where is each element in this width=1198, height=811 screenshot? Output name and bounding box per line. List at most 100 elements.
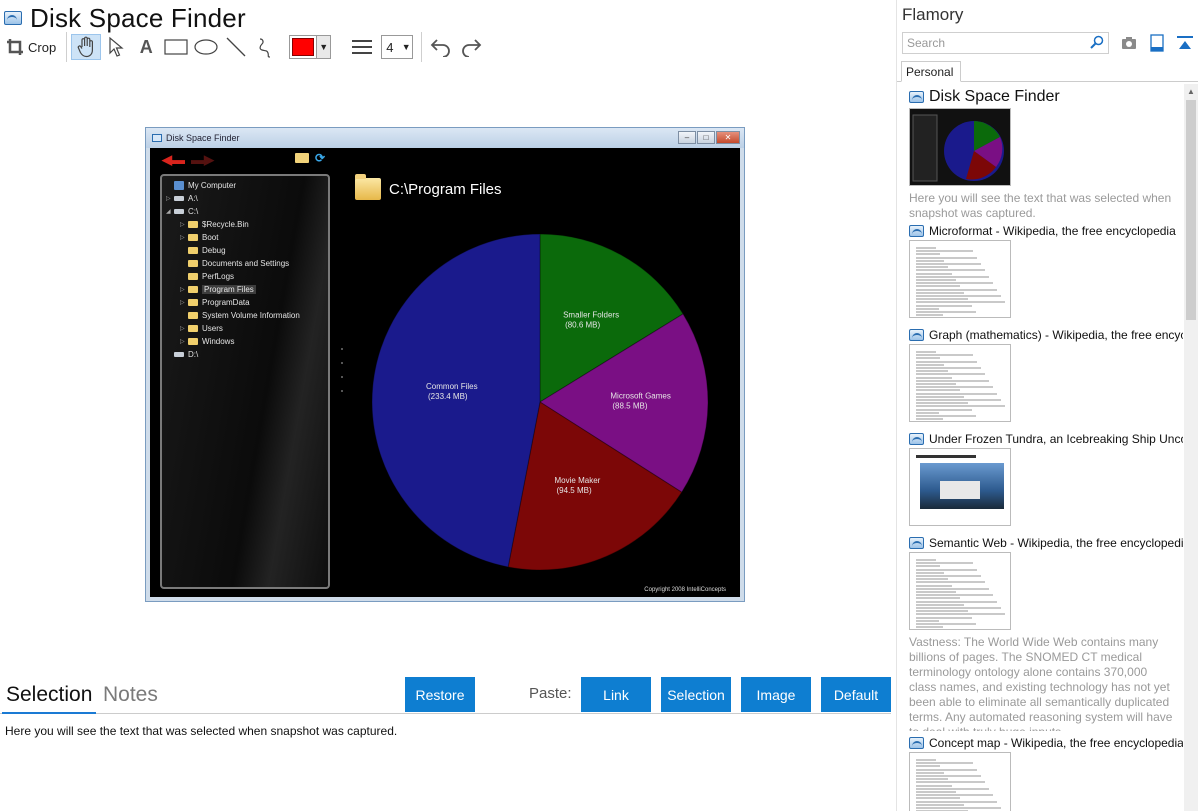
tree-item[interactable]: ▷ Boot: [166, 231, 328, 244]
expander-icon[interactable]: ▷: [180, 234, 188, 241]
redo-button[interactable]: [456, 34, 486, 60]
sidebar-scrollbar[interactable]: ▲: [1184, 84, 1198, 811]
snapshot-entry-header: Graph (mathematics) - Wikipedia, the fre…: [909, 328, 1183, 342]
snapshot-entry[interactable]: Concept map - Wikipedia, the free encycl…: [909, 736, 1183, 811]
undo-button[interactable]: [426, 34, 456, 60]
preview-window-body: ◀▬ ▬▶ ⟳ My Computer ▷ A:\ ◢ C:\ ▷ $Recycle.Bin…: [150, 148, 740, 597]
expander-icon[interactable]: ▷: [180, 221, 188, 228]
active-tab-indicator: [2, 712, 96, 714]
pie-slice-value: (94.5 MB): [557, 486, 592, 495]
line-tool-button[interactable]: [221, 34, 251, 60]
hand-icon: [77, 36, 94, 58]
line-width-select[interactable]: 4 ▼: [381, 35, 414, 59]
search-input[interactable]: Search: [902, 32, 1109, 54]
snapshot-entry[interactable]: Microformat - Wikipedia, the free encycl…: [909, 224, 1183, 318]
chevron-down-icon: ▼: [401, 42, 411, 52]
tree-item[interactable]: ▷ ProgramData: [166, 296, 328, 309]
expander-icon[interactable]: ▷: [180, 286, 188, 293]
pie-slice-label: Movie Maker: [555, 476, 601, 485]
collapse-icon[interactable]: [1175, 33, 1195, 53]
snapshot-entry-header: Microformat - Wikipedia, the free encycl…: [909, 224, 1183, 238]
tab-selection[interactable]: Selection: [6, 683, 92, 707]
tree-item[interactable]: D:\: [166, 348, 328, 361]
tree-item[interactable]: ▷ A:\: [166, 192, 328, 205]
color-picker[interactable]: ▼: [289, 35, 332, 59]
page-icon[interactable]: [1147, 33, 1167, 53]
tree-item[interactable]: Debug: [166, 244, 328, 257]
snapshot-preview[interactable]: Disk Space Finder – □ ✕ ◀▬ ▬▶ ⟳ My Compu…: [145, 127, 745, 602]
tree-item-label: Documents and Settings: [202, 259, 290, 268]
snapshot-description: Here you will see the text that was sele…: [909, 191, 1172, 220]
snapshot-title[interactable]: Disk Space Finder: [929, 88, 1060, 106]
back-arrow-icon: ◀▬: [162, 152, 185, 167]
snapshot-thumbnail[interactable]: [909, 108, 1011, 186]
snapshot-entry[interactable]: Under Frozen Tundra, an Icebreaking Ship…: [909, 432, 1183, 526]
drive-icon: [174, 196, 184, 201]
pointer-tool-button[interactable]: [101, 34, 131, 60]
disk-usage-pie-chart: Smaller Folders(80.6 MB)Microsoft Games(…: [371, 233, 709, 571]
expander-icon[interactable]: ▷: [166, 195, 174, 202]
tree-item[interactable]: My Computer: [166, 179, 328, 192]
tab-personal[interactable]: Personal: [901, 61, 961, 82]
snapshot-entry[interactable]: Disk Space Finder Here you will see the t…: [909, 88, 1183, 221]
tree-item-label: Program Files: [202, 285, 256, 294]
drive-icon: [174, 209, 184, 214]
search-icon[interactable]: [1090, 35, 1104, 49]
flamory-snapshot-icon: [4, 11, 22, 25]
snapshot-entry[interactable]: Semantic Web - Wikipedia, the free encyc…: [909, 536, 1183, 731]
tree-item[interactable]: System Volume Information: [166, 309, 328, 322]
splitter-handle: [341, 348, 343, 404]
snapshot-thumbnail[interactable]: [909, 240, 1011, 318]
pie-slice-value: (88.5 MB): [612, 402, 647, 411]
scroll-up-icon[interactable]: ▲: [1187, 87, 1195, 96]
line-width-button[interactable]: [347, 34, 377, 60]
expander-icon[interactable]: ◢: [166, 208, 174, 215]
tree-item[interactable]: Documents and Settings: [166, 257, 328, 270]
bottom-tab-bar: Selection Notes Restore Paste: Link Sele…: [0, 677, 891, 714]
flamory-snapshot-icon: [909, 225, 924, 237]
paste-image-button[interactable]: Image: [741, 677, 811, 712]
camera-icon[interactable]: [1119, 33, 1139, 53]
tree-item[interactable]: ▷ Program Files: [166, 283, 328, 296]
line-width-icon: [352, 40, 373, 54]
expander-icon[interactable]: ▷: [180, 325, 188, 332]
snapshot-title[interactable]: Under Frozen Tundra, an Icebreaking Ship…: [929, 432, 1183, 446]
folder-icon: [188, 273, 198, 280]
snapshot-thumbnail[interactable]: [909, 552, 1011, 630]
tree-item[interactable]: ▷ $Recycle.Bin: [166, 218, 328, 231]
computer-icon: [174, 181, 184, 190]
tree-item[interactable]: PerfLogs: [166, 270, 328, 283]
snapshot-title[interactable]: Concept map - Wikipedia, the free encycl…: [929, 736, 1183, 750]
tab-notes[interactable]: Notes: [103, 683, 158, 707]
tree-item-label: System Volume Information: [202, 311, 300, 320]
snapshot-title[interactable]: Semantic Web - Wikipedia, the free encyc…: [929, 536, 1183, 550]
tree-item[interactable]: ▷ Windows: [166, 335, 328, 348]
crop-icon: [7, 39, 23, 55]
freehand-icon: [259, 38, 271, 58]
restore-button[interactable]: Restore: [405, 677, 475, 712]
rectangle-icon: [164, 39, 188, 55]
paste-selection-button[interactable]: Selection: [661, 677, 731, 712]
snapshot-thumbnail[interactable]: [909, 344, 1011, 422]
paste-default-button[interactable]: Default: [821, 677, 891, 712]
text-tool-button[interactable]: A: [131, 34, 161, 60]
expander-icon[interactable]: ▷: [180, 338, 188, 345]
crop-button[interactable]: Crop: [4, 34, 62, 60]
snapshot-title[interactable]: Graph (mathematics) - Wikipedia, the fre…: [929, 328, 1183, 342]
snapshot-thumbnail[interactable]: [909, 752, 1011, 811]
chevron-down-icon: ▼: [316, 36, 331, 58]
snapshot-title[interactable]: Microformat - Wikipedia, the free encycl…: [929, 224, 1176, 238]
freehand-tool-button[interactable]: [251, 34, 281, 60]
snapshot-entry[interactable]: Graph (mathematics) - Wikipedia, the fre…: [909, 328, 1183, 422]
tree-item[interactable]: ▷ Users: [166, 322, 328, 335]
selection-text: Here you will see the text that was sele…: [5, 724, 398, 738]
snapshot-thumbnail[interactable]: [909, 448, 1011, 526]
tree-item[interactable]: ◢ C:\: [166, 205, 328, 218]
paste-link-button[interactable]: Link: [581, 677, 651, 712]
maximize-icon: □: [697, 131, 715, 144]
expander-icon[interactable]: ▷: [180, 299, 188, 306]
ellipse-tool-button[interactable]: [191, 34, 221, 60]
hand-tool-button[interactable]: [71, 34, 102, 60]
scrollbar-thumb[interactable]: [1186, 100, 1196, 320]
rectangle-tool-button[interactable]: [161, 34, 191, 60]
